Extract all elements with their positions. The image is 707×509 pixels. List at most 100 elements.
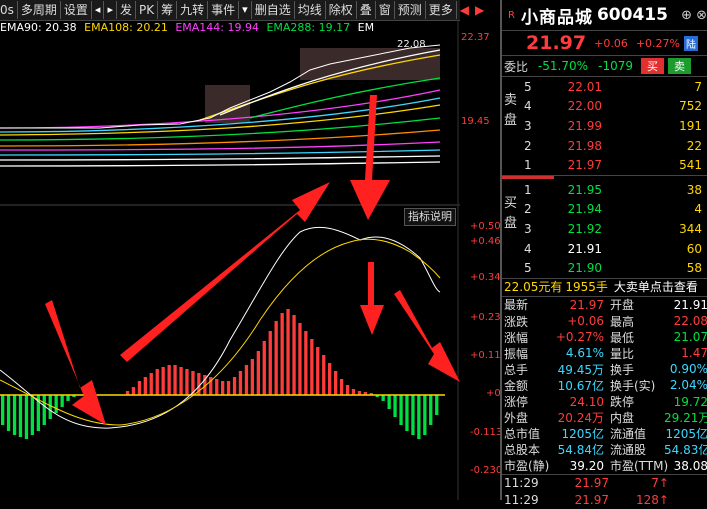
toolbar-item-overlay[interactable]: 叠 [357, 1, 376, 19]
macd-bar [12, 395, 17, 435]
ema-legend-item: EMA144: 19.94 [175, 21, 259, 34]
macd-bar [179, 367, 183, 395]
notice-link[interactable]: 大卖单点击查看 [614, 280, 698, 294]
bid-row[interactable]: 2 21.94 4 [502, 200, 707, 220]
tick-row: 11:29 21.97 128↑ [502, 492, 707, 509]
kline-chart[interactable] [0, 20, 460, 500]
bid-row[interactable]: 5 21.90 58 [502, 258, 707, 278]
stat-label: 金额 [504, 378, 529, 393]
macd-bar [274, 321, 278, 395]
toolbar-item-remove-watchlist[interactable]: 删自选 [252, 1, 295, 19]
last-price: 21.97 [526, 32, 587, 54]
settings-icon[interactable]: ⊕ ⊗ [681, 8, 707, 23]
toolbar-item-nine-turn[interactable]: 九转 [177, 1, 209, 19]
ask-side-label: 卖盘 [504, 93, 518, 128]
bid-book: 买盘 1 21.95 38 2 21.94 4 3 21.92 344 4 21… [502, 180, 707, 278]
stat-label: 最低 [610, 330, 635, 345]
tick-price: 21.97 [574, 493, 609, 508]
sell-button[interactable]: 卖 [668, 58, 691, 74]
macd-bar [387, 395, 391, 409]
stat-label: 最新 [504, 298, 529, 313]
stock-name: 小商品城 [520, 7, 593, 28]
stat-label: 量比 [610, 346, 635, 361]
ask-book: 卖盘 5 22.01 7 4 22.00 752 3 21.99 191 2 2… [502, 77, 707, 175]
toolbar-item-events[interactable]: 事件 [208, 1, 240, 19]
stat-value: 22.08 [673, 314, 707, 329]
stat-value: 29.21万 [664, 411, 707, 426]
stat-row: 外盘 20.24万 内盘 29.21万 [502, 410, 707, 426]
toolbar-next-icon[interactable]: ▶ [472, 1, 487, 19]
stat-row: 振幅 4.61% 量比 1.47 [502, 345, 707, 361]
stat-value: 20.24万 [557, 411, 604, 426]
toolbar-item-more[interactable]: 更多 [426, 1, 457, 19]
macd-bar [256, 351, 260, 395]
bid-level: 4 [524, 241, 532, 256]
toolbar-item-pk[interactable]: PK [136, 1, 159, 19]
tick-volume: 7↑ [651, 476, 669, 491]
macd-bar [351, 389, 356, 395]
toolbar-item-ex-rights[interactable]: 除权 [326, 1, 357, 19]
stat-row: 总市值 1205亿 流通值 1205亿 [502, 426, 707, 442]
bid-row[interactable]: 3 21.92 344 [502, 219, 707, 239]
bid-row[interactable]: 1 21.95 38 [502, 180, 707, 200]
macd-axis-tick: -0.230 [470, 465, 503, 476]
ask-row[interactable]: 5 22.01 7 [502, 77, 707, 97]
ask-volume: 191 [679, 118, 702, 133]
macd-bar [48, 395, 52, 419]
notice-volume: 1955手 [565, 279, 608, 294]
macd-bar [244, 365, 249, 395]
stat-value: 54.83亿 [664, 443, 707, 458]
macd-bar [381, 395, 385, 401]
macd-bar [30, 395, 34, 435]
toolbar-item-settings[interactable]: 设置 [61, 1, 92, 19]
toolbar-item-ma[interactable]: 均线 [295, 1, 326, 19]
ask-row[interactable]: 1 21.97 541 [502, 155, 707, 175]
stat-label: 总股本 [504, 443, 541, 458]
macd-bar [286, 309, 290, 395]
stat-value: 4.61% [565, 346, 604, 361]
toolbar-item-forecast[interactable]: 预测 [395, 1, 426, 19]
toolbar-item-multi-period[interactable]: 多周期 [18, 1, 61, 19]
ask-row[interactable]: 2 21.98 22 [502, 136, 707, 156]
tick-time: 11:29 [504, 476, 539, 491]
buy-button[interactable]: 买 [641, 58, 664, 74]
indicator-help-button[interactable]: 指标说明 [404, 208, 456, 226]
current-price-marker: 22.08 [397, 39, 426, 50]
macd-bar [155, 369, 159, 395]
macd-bar [280, 313, 284, 395]
ask-level: 1 [524, 158, 532, 173]
bid-volume: 58 [686, 261, 702, 276]
stat-label: 市盈(静) [504, 459, 550, 474]
toolbar-item-window[interactable]: 窗 [376, 1, 395, 19]
toolbar-nav-left-icon[interactable]: ◂ [92, 1, 105, 19]
ask-price: 21.97 [567, 158, 602, 173]
stat-value: 54.84亿 [557, 443, 604, 458]
macd-bar [66, 395, 70, 401]
toolbar-prev-icon[interactable]: ◀ [457, 1, 472, 19]
macd-bar [232, 377, 237, 395]
bid-price: 21.92 [567, 221, 602, 236]
board-badge: 陆 [684, 35, 698, 51]
stat-value: +0.06 [567, 314, 604, 329]
ask-volume: 541 [679, 158, 702, 173]
toolbar-nav-right-icon[interactable]: ▸ [104, 1, 117, 19]
toolbar-item-period[interactable]: 0s [0, 1, 18, 19]
toolbar-dropdown-icon[interactable]: ▾ [239, 1, 252, 19]
bid-row[interactable]: 4 21.91 60 [502, 239, 707, 259]
macd-bar [143, 377, 147, 395]
macd-bar [185, 369, 189, 395]
ask-row[interactable]: 3 21.99 191 [502, 116, 707, 136]
toolbar-item-fa[interactable]: 发 [117, 1, 136, 19]
toolbar-item-chips[interactable]: 筹 [158, 1, 178, 19]
macd-bar [417, 395, 421, 439]
ask-row[interactable]: 4 22.00 752 [502, 97, 707, 117]
ema-legend: EMA90: 20.38 EMA108: 20.21 EMA144: 19.94… [0, 21, 374, 35]
big-order-notice[interactable]: 22.05元有 1955手 大卖单点击查看 [502, 277, 707, 297]
stat-row: 涨幅 +0.27% 最低 21.07 [502, 329, 707, 345]
macd-bar [1, 395, 5, 425]
chart-toolbar: 0s 多周期 设置 ◂ ▸ 发 PK 筹 九转 事件 ▾ 删自选 均线 除权 叠… [0, 0, 484, 21]
stat-label: 流通值 [610, 427, 647, 442]
bid-price: 21.95 [567, 182, 602, 197]
macd-bar [42, 395, 46, 425]
bid-volume: 344 [679, 221, 702, 236]
